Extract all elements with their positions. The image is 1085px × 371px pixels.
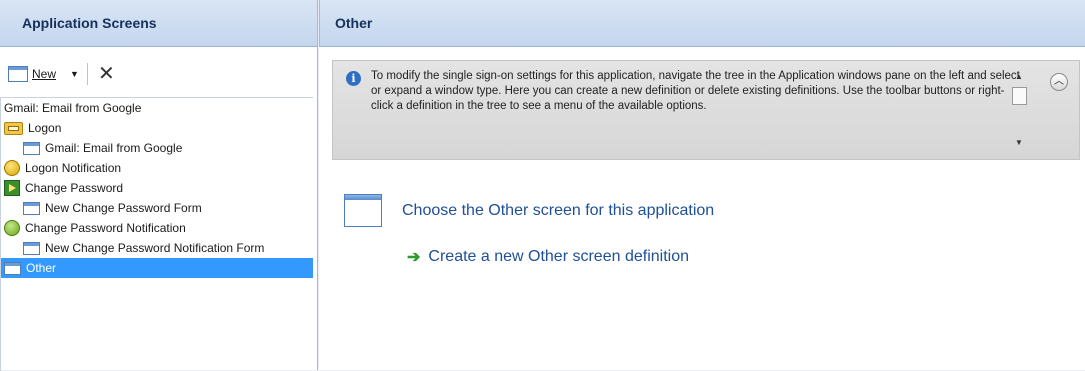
tree-item-logon-notification[interactable]: Logon Notification xyxy=(1,158,313,178)
tree-item-label: New Change Password Notification Form xyxy=(45,241,265,255)
info-text: To modify the single sign-on settings fo… xyxy=(371,70,1020,112)
toolbar-divider xyxy=(86,63,88,85)
new-button[interactable]: New xyxy=(8,66,70,82)
info-scrollbar[interactable]: ▲ ▼ xyxy=(1010,69,1028,153)
new-window-icon xyxy=(8,66,28,82)
screens-tree: Gmail: Email from Google Logon Gmail: Em… xyxy=(0,97,313,371)
scroll-down-icon[interactable]: ▼ xyxy=(1010,135,1028,151)
tree-item-logon-gmail[interactable]: Gmail: Email from Google xyxy=(1,138,313,158)
window-icon xyxy=(23,201,40,215)
tree-item-label: Gmail: Email from Google xyxy=(4,101,142,115)
window-icon xyxy=(23,141,40,155)
tree-item-label: Gmail: Email from Google xyxy=(45,141,183,155)
tree-item-label: Logon Notification xyxy=(25,161,122,175)
new-button-label: New xyxy=(32,67,57,81)
tree-item-root[interactable]: Gmail: Email from Google xyxy=(1,98,313,118)
tree-item-change-password-notification[interactable]: Change Password Notification xyxy=(1,218,313,238)
info-panel: i To modify the single sign-on settings … xyxy=(332,60,1080,160)
tree-toolbar: New ▼ ✕ xyxy=(8,60,308,88)
close-icon[interactable]: ✕ xyxy=(98,64,115,84)
scroll-up-icon[interactable]: ▲ xyxy=(1010,69,1028,85)
create-definition-link[interactable]: ➔ Create a new Other screen definition xyxy=(407,247,689,267)
arrow-right-icon: ➔ xyxy=(407,249,421,266)
detail-title: Other xyxy=(319,0,1085,47)
choose-screen-heading: Choose the Other screen for this applica… xyxy=(344,194,714,227)
tree-item-new-change-password-notification-form[interactable]: New Change Password Notification Form xyxy=(1,238,313,258)
tree-item-label: Logon xyxy=(28,121,62,135)
window-icon xyxy=(4,261,21,275)
logon-icon xyxy=(4,121,23,135)
create-definition-label: Create a new Other screen definition xyxy=(428,248,689,265)
tree-item-label: Change Password Notification xyxy=(25,221,186,235)
notification-icon xyxy=(4,160,20,176)
change-password-icon xyxy=(4,180,20,196)
notification-icon xyxy=(4,220,20,236)
info-icon: i xyxy=(346,71,361,86)
tree-item-label: New Change Password Form xyxy=(45,201,202,215)
tree-item-label: Change Password xyxy=(25,181,124,195)
window-icon xyxy=(23,241,40,255)
tree-item-logon[interactable]: Logon xyxy=(1,118,313,138)
detail-pane: Other i To modify the single sign-on set… xyxy=(319,0,1085,370)
tree-item-label: Other xyxy=(26,261,57,275)
tree-item-new-change-password-form[interactable]: New Change Password Form xyxy=(1,198,313,218)
tree-item-other[interactable]: Other xyxy=(1,258,313,278)
new-dropdown-icon[interactable]: ▼ xyxy=(70,69,79,79)
scroll-thumb[interactable] xyxy=(1011,87,1027,105)
choose-screen-text: Choose the Other screen for this applica… xyxy=(402,201,715,219)
pane-title: Application Screens xyxy=(0,0,317,47)
collapse-icon[interactable]: ︿ xyxy=(1050,73,1068,91)
application-screens-pane: Application Screens New ▼ ✕ Gmail: Email… xyxy=(0,0,318,371)
window-icon xyxy=(344,194,382,227)
tree-item-change-password[interactable]: Change Password xyxy=(1,178,313,198)
